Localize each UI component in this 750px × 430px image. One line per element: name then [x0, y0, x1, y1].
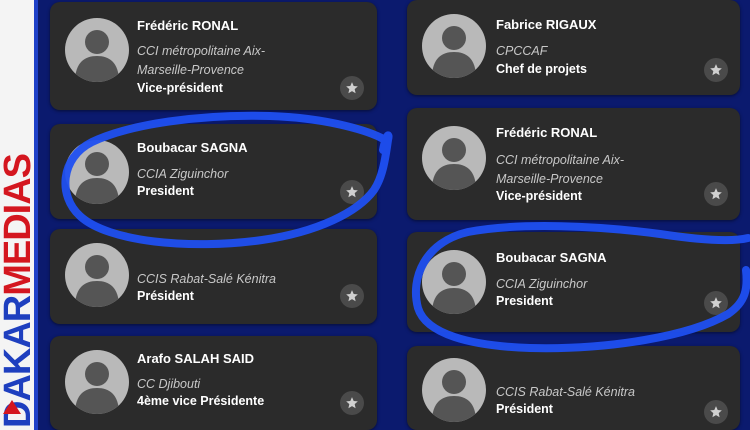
- member-organization: CCIS Rabat-Salé Kénitra: [137, 272, 276, 286]
- member-card[interactable]: Frédéric RONAL CCI métropolitaine Aix-Ma…: [50, 2, 377, 110]
- watermark-triangle-icon: [3, 400, 21, 414]
- favorite-star-button[interactable]: [704, 58, 728, 82]
- favorite-star-button[interactable]: [340, 76, 364, 100]
- star-icon: [710, 297, 722, 309]
- favorite-star-button[interactable]: [704, 291, 728, 315]
- watermark-stripe: [34, 0, 38, 430]
- person-silhouette-icon: [422, 126, 486, 190]
- member-name: Frédéric RONAL: [137, 18, 239, 33]
- member-role: 4ème vice Présidente: [137, 394, 265, 408]
- star-icon: [346, 186, 358, 198]
- member-name: Arafo SALAH SAID: [137, 351, 255, 366]
- star-icon: [710, 406, 722, 418]
- member-role: Chef de projets: [496, 62, 587, 76]
- star-icon: [710, 188, 722, 200]
- member-role: Président: [137, 289, 194, 303]
- member-role: Vice-président: [496, 189, 582, 203]
- watermark-text: DAKARMEDIAS: [0, 2, 38, 428]
- person-silhouette-icon: [65, 18, 129, 82]
- member-role: Président: [496, 402, 553, 416]
- person-silhouette-icon: [422, 358, 486, 422]
- member-organization: CCI métropolitaine Aix-Marseille-Provenc…: [496, 153, 625, 186]
- member-card[interactable]: Boubacar SAGNA CCIA Ziguinchor President: [407, 232, 740, 332]
- member-name: Fabrice RIGAUX: [496, 17, 597, 32]
- member-card[interactable]: Frédéric RONAL CCI métropolitaine Aix-Ma…: [407, 108, 740, 220]
- favorite-star-button[interactable]: [340, 180, 364, 204]
- member-card[interactable]: CCIS Rabat-Salé Kénitra Président: [407, 346, 740, 430]
- member-card[interactable]: Arafo SALAH SAID CC Djibouti 4ème vice P…: [50, 336, 377, 430]
- star-icon: [346, 397, 358, 409]
- member-card[interactable]: Boubacar SAGNA CCIA Ziguinchor President: [50, 124, 377, 219]
- person-silhouette-icon: [65, 243, 129, 307]
- person-silhouette-icon: [422, 14, 486, 78]
- person-silhouette-icon: [65, 140, 129, 204]
- member-organization: CC Djibouti: [137, 377, 201, 391]
- favorite-star-button[interactable]: [704, 400, 728, 424]
- dakarmedias-watermark: DAKARMEDIAS: [0, 0, 38, 430]
- member-organization: CCIA Ziguinchor: [137, 167, 229, 181]
- member-name: Boubacar SAGNA: [496, 250, 607, 265]
- member-name: Frédéric RONAL: [496, 125, 598, 140]
- favorite-star-button[interactable]: [340, 284, 364, 308]
- member-organization: CCI métropolitaine Aix-Marseille-Provenc…: [137, 44, 266, 77]
- member-role: President: [137, 184, 194, 198]
- star-icon: [710, 64, 722, 76]
- member-organization: CCIA Ziguinchor: [496, 277, 588, 291]
- member-role: President: [496, 294, 553, 308]
- favorite-star-button[interactable]: [340, 391, 364, 415]
- member-name: Boubacar SAGNA: [137, 140, 248, 155]
- star-icon: [346, 290, 358, 302]
- person-silhouette-icon: [422, 250, 486, 314]
- person-silhouette-icon: [65, 350, 129, 414]
- member-organization: CCIS Rabat-Salé Kénitra: [496, 385, 635, 399]
- favorite-star-button[interactable]: [704, 182, 728, 206]
- star-icon: [346, 82, 358, 94]
- member-card[interactable]: CCIS Rabat-Salé Kénitra Président: [50, 229, 377, 324]
- member-organization: CPCCAF: [496, 44, 548, 58]
- watermark-medias: MEDIAS: [0, 153, 38, 296]
- member-card[interactable]: Fabrice RIGAUX CPCCAF Chef de projets: [407, 0, 740, 95]
- member-role: Vice-président: [137, 81, 223, 95]
